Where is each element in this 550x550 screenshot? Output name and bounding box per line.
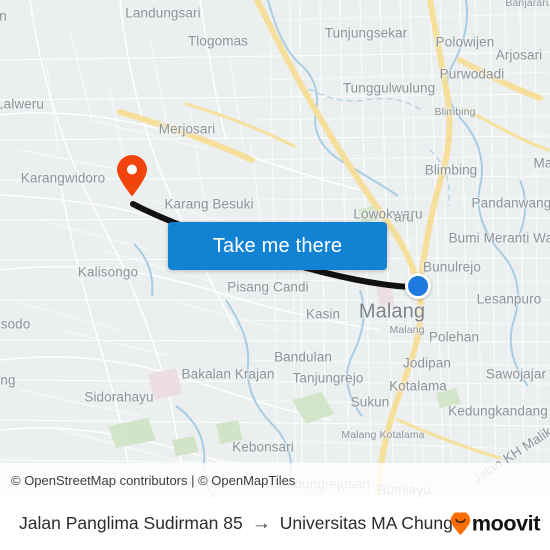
take-me-there-button[interactable]: Take me there: [168, 222, 387, 270]
footer-bar: Jalan Panglima Sudirman 85 → Universitas…: [0, 497, 550, 550]
destination-dot[interactable]: [405, 273, 431, 299]
attribution-text[interactable]: © OpenStreetMap contributors | © OpenMap…: [11, 473, 295, 488]
map-viewport[interactable]: Landungsari Tlogomas Tunjungsekar Polowijen…: [0, 0, 550, 497]
route-summary: Jalan Panglima Sudirman 85 → Universitas…: [19, 513, 453, 534]
moovit-logo[interactable]: moovit: [450, 510, 540, 536]
moovit-pin-icon: [450, 510, 471, 535]
arrow-right-icon: →: [251, 513, 271, 534]
destination-label: Universitas MA Chung: [279, 513, 453, 533]
map-attribution: © OpenStreetMap contributors | © OpenMap…: [0, 463, 550, 497]
origin-pin[interactable]: [116, 155, 148, 197]
moovit-wordmark: moovit: [471, 511, 540, 535]
origin-label: Jalan Panglima Sudirman 85: [19, 513, 243, 533]
map-screen: Landungsari Tlogomas Tunjungsekar Polowijen…: [0, 0, 550, 550]
